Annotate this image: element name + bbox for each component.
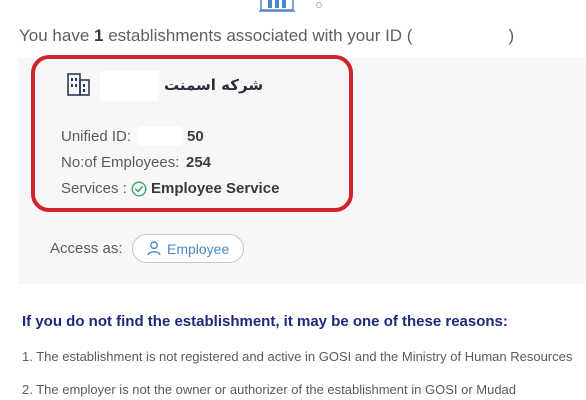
- reason-item: 1. The establishment is not registered a…: [22, 349, 573, 364]
- services-label: Services :: [61, 180, 127, 197]
- service-value: Employee Service: [151, 180, 280, 197]
- building-icon: [259, 0, 295, 12]
- employees-value: 254: [186, 154, 212, 171]
- redacted-area: [100, 71, 158, 101]
- redacted-id: [138, 126, 182, 146]
- unified-id-value: 50: [187, 128, 204, 145]
- decorative-dot: [316, 2, 322, 8]
- unified-id-label: Unified ID:: [61, 128, 132, 145]
- user-icon: [147, 241, 161, 256]
- access-as-label: Access as:: [50, 240, 123, 257]
- reasons-heading: If you do not find the establishment, it…: [22, 313, 508, 330]
- unified-id-row: Unified ID:: [61, 128, 131, 145]
- access-employee-button[interactable]: Employee: [132, 234, 244, 263]
- employees-label: No:of Employees:: [61, 154, 180, 171]
- reason-item: 2. The employer is not the owner or auth…: [22, 382, 517, 397]
- company-building-icon: [67, 73, 90, 96]
- check-circle-icon: [131, 181, 147, 197]
- employee-button-label: Employee: [167, 240, 230, 257]
- establishments-headline: You have 1 establishments associated wit…: [19, 26, 515, 45]
- company-name: شركه اسمنت: [164, 76, 264, 94]
